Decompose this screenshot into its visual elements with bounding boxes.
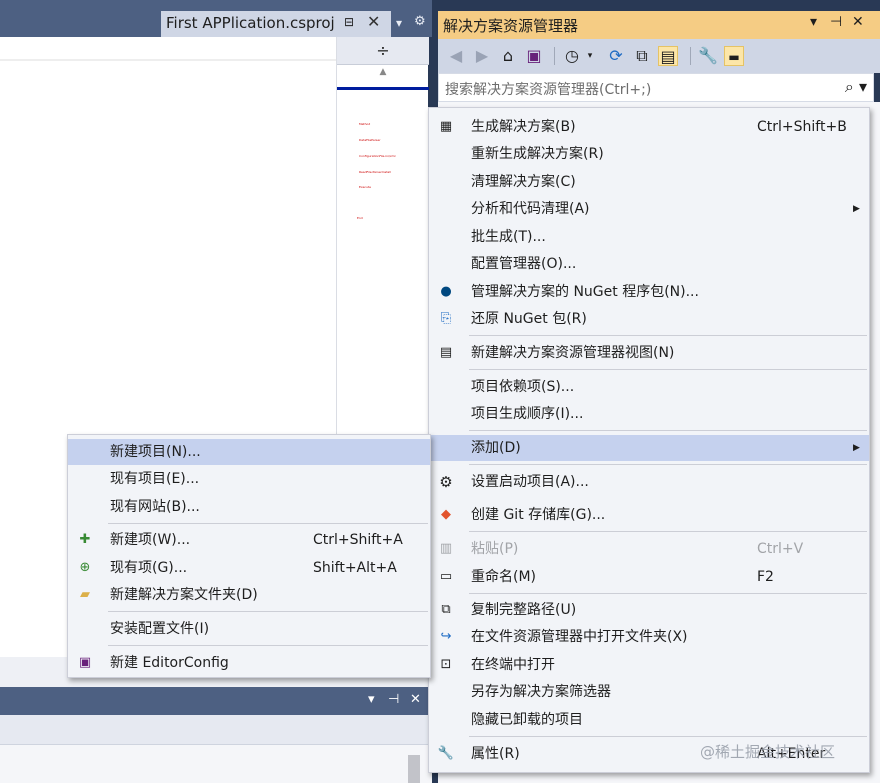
menu-item-hide-unloaded[interactable]: 隐藏已卸载的项目 xyxy=(429,707,869,733)
vertical-scrollbar[interactable] xyxy=(408,755,420,783)
split-window-icon[interactable]: ÷ xyxy=(337,37,429,65)
copy-path-icon: ⧉ xyxy=(441,602,451,617)
solution-explorer-toolbar: ◀ ▶ ⌂ ▣ ◷ ▾ ⟳ ⧉ ▤ 🔧 ▬ xyxy=(438,39,880,73)
minimap-line: End xyxy=(357,217,363,220)
close-icon[interactable]: ✕ xyxy=(852,14,864,30)
vs-switch-icon[interactable]: ▣ xyxy=(524,46,544,66)
git-icon: ◆ xyxy=(441,507,451,522)
watermark: @稀土掘金技术社区 xyxy=(700,743,836,761)
minimap-line: Method xyxy=(359,123,371,126)
menu-item-paste[interactable]: ▥ 粘贴(P) Ctrl+V xyxy=(429,536,869,562)
minimap-line: DataFileParser xyxy=(359,139,381,142)
menu-item-config-manager[interactable]: 配置管理器(O)... xyxy=(429,251,869,277)
wrench-icon: 🔧 xyxy=(437,746,455,761)
history-icon[interactable]: ◷ xyxy=(562,46,582,66)
solution-explorer-header: 解决方案资源管理器 ▾ ⊣ ✕ xyxy=(438,11,880,39)
gear-icon: ⚙ xyxy=(439,473,453,491)
menu-item-build-order[interactable]: 项目生成顺序(I)... xyxy=(429,401,869,427)
minimap-line: ReadFile.ParserInstall xyxy=(359,171,391,174)
menu-item-create-git[interactable]: ◆ 创建 Git 存储库(G)... xyxy=(429,502,869,528)
menu-item-add[interactable]: 添加(D) ▶ xyxy=(429,435,869,461)
add-submenu: 新建项目(N)... 现有项目(E)... 现有网站(B)... ✚ 新建项(W… xyxy=(67,434,431,678)
context-menu: ▦ 生成解决方案(B) Ctrl+Shift+B 重新生成解决方案(R) 清理解… xyxy=(428,107,870,773)
preview-icon[interactable]: ▬ xyxy=(724,46,744,66)
submenu-item-existing-project[interactable]: 现有项目(E)... xyxy=(68,466,430,492)
properties-wrench-icon[interactable]: 🔧 xyxy=(698,46,718,66)
scroll-up-icon[interactable]: ▲ xyxy=(337,67,429,81)
submenu-arrow-icon: ▶ xyxy=(853,443,860,453)
new-item-icon: ✚ xyxy=(79,532,91,547)
minimap-line: Execute xyxy=(359,186,371,189)
solution-explorer-title: 解决方案资源管理器 xyxy=(443,17,579,35)
open-folder-icon: ↪ xyxy=(440,629,452,644)
submenu-item-existing-website[interactable]: 现有网站(B)... xyxy=(68,494,430,520)
back-icon[interactable]: ◀ xyxy=(446,46,466,66)
submenu-item-existing-item[interactable]: ⊕ 现有项(G)... Shift+Alt+A xyxy=(68,555,430,581)
menu-item-set-startup[interactable]: ⚙ 设置启动项目(A)... xyxy=(429,469,869,495)
menu-item-manage-nuget[interactable]: ● 管理解决方案的 NuGet 程序包(N)... xyxy=(429,279,869,305)
tab-first-application-csproj[interactable]: First APPlication.csproj ⊟ ✕ xyxy=(161,11,391,38)
restore-icon: ⎘ xyxy=(440,311,452,326)
bottom-panel-body xyxy=(0,715,432,783)
gear-icon[interactable]: ⚙ xyxy=(414,14,426,29)
nuget-icon: ● xyxy=(440,284,452,299)
search-icon[interactable]: ⌕ ▾ xyxy=(845,77,867,97)
pin-icon[interactable]: ⊣ xyxy=(388,692,399,707)
bottom-panel-header: ▾ ⊣ ✕ xyxy=(0,687,432,715)
menu-item-batch-build[interactable]: 批生成(T)... xyxy=(429,224,869,250)
chevron-down-icon[interactable]: ▾ xyxy=(368,692,375,707)
minimap-viewport[interactable] xyxy=(337,87,429,92)
pin-icon[interactable]: ⊟ xyxy=(344,15,354,29)
submenu-item-install-config[interactable]: 安装配置文件(I) xyxy=(68,616,430,642)
submenu-arrow-icon: ▶ xyxy=(853,204,860,214)
menu-item-rebuild-solution[interactable]: 重新生成解决方案(R) xyxy=(429,141,869,167)
sync-icon[interactable]: ⟳ xyxy=(606,46,626,66)
submenu-item-new-item[interactable]: ✚ 新建项(W)... Ctrl+Shift+A xyxy=(68,527,430,553)
forward-icon[interactable]: ▶ xyxy=(472,46,492,66)
new-folder-icon: ▰ xyxy=(80,587,90,602)
close-icon[interactable]: ✕ xyxy=(410,692,421,707)
menu-item-save-as-filter[interactable]: 另存为解决方案筛选器 xyxy=(429,679,869,705)
submenu-item-new-editorconfig[interactable]: ▣ 新建 EditorConfig xyxy=(68,650,430,676)
menu-item-project-dependencies[interactable]: 项目依赖项(S)... xyxy=(429,374,869,400)
menu-item-open-terminal[interactable]: ⊡ 在终端中打开 xyxy=(429,652,869,678)
new-view-icon: ▤ xyxy=(439,345,453,360)
menu-item-copy-full-path[interactable]: ⧉ 复制完整路径(U) xyxy=(429,597,869,623)
pin-icon[interactable]: ⊣ xyxy=(830,14,842,30)
chevron-down-icon[interactable]: ▾ xyxy=(810,14,817,30)
chevron-down-icon[interactable]: ▾ xyxy=(580,46,600,66)
menu-item-build-solution[interactable]: ▦ 生成解决方案(B) Ctrl+Shift+B xyxy=(429,114,869,140)
submenu-item-new-solution-folder[interactable]: ▰ 新建解决方案文件夹(D) xyxy=(68,582,430,608)
existing-item-icon: ⊕ xyxy=(79,560,91,575)
search-input[interactable]: 搜索解决方案资源管理器(Ctrl+;) ⌕ ▾ xyxy=(438,73,874,102)
tab-title: First APPlication.csproj xyxy=(166,14,335,32)
chevron-down-icon[interactable]: ▾ xyxy=(396,16,402,30)
close-icon[interactable]: ✕ xyxy=(367,12,380,31)
editorconfig-icon: ▣ xyxy=(78,655,92,670)
rename-icon: ▭ xyxy=(439,569,453,584)
terminal-icon: ⊡ xyxy=(440,657,452,672)
menu-item-analyze[interactable]: 分析和代码清理(A) ▶ xyxy=(429,196,869,222)
menu-item-restore-nuget[interactable]: ⎘ 还原 NuGet 包(R) xyxy=(429,306,869,332)
menu-item-open-in-explorer[interactable]: ↪ 在文件资源管理器中打开文件夹(X) xyxy=(429,624,869,650)
show-all-files-icon[interactable]: ▤ xyxy=(658,46,678,66)
paste-icon: ▥ xyxy=(439,541,453,556)
build-icon: ▦ xyxy=(439,119,453,134)
menu-item-clean-solution[interactable]: 清理解决方案(C) xyxy=(429,169,869,195)
search-placeholder: 搜索解决方案资源管理器(Ctrl+;) xyxy=(445,82,652,98)
minimap-line: ConfigurationFile.ini/xml xyxy=(359,155,396,158)
submenu-item-new-project[interactable]: 新建项目(N)... xyxy=(68,439,430,465)
home-icon[interactable]: ⌂ xyxy=(498,46,518,66)
collapse-all-icon[interactable]: ⧉ xyxy=(632,46,652,66)
menu-item-rename[interactable]: ▭ 重命名(M) F2 xyxy=(429,564,869,590)
menu-item-new-explorer-view[interactable]: ▤ 新建解决方案资源管理器视图(N) xyxy=(429,340,869,366)
